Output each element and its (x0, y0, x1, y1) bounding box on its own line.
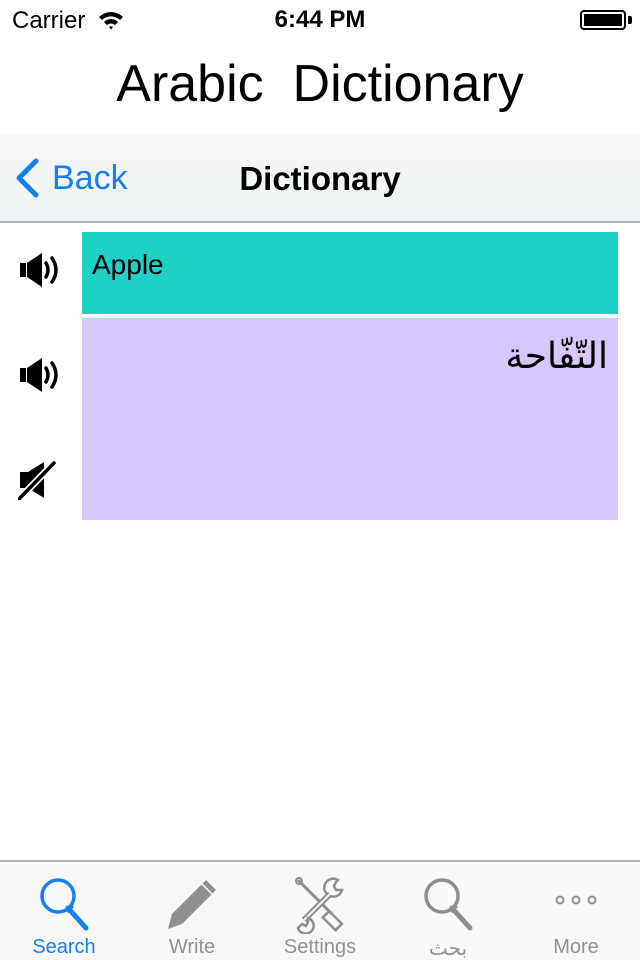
app-title: Arabic Dictionary (116, 55, 524, 113)
tab-search[interactable]: Search (0, 862, 128, 960)
status-bar: Carrier 6:44 PM (0, 0, 640, 40)
tab-label: Search (32, 936, 96, 958)
battery-full-icon (580, 10, 632, 30)
tab-bar: Search Write Settings بحث More (0, 860, 640, 960)
tab-arabic-search[interactable]: بحث (384, 862, 512, 960)
more-icon (555, 895, 597, 905)
pencil-icon (168, 880, 216, 929)
tab-label: Settings (283, 936, 357, 958)
english-word: Apple (92, 249, 164, 280)
speaker-muted-icon[interactable] (18, 460, 64, 500)
tab-more[interactable]: More (512, 862, 640, 960)
clock: 6:44 PM (274, 6, 366, 33)
tab-label: Write (168, 936, 216, 958)
tab-label: More (553, 936, 599, 958)
speaker-icon[interactable] (18, 250, 64, 290)
english-word-box: Apple (82, 232, 618, 314)
search-icon (40, 878, 89, 931)
nav-title: Dictionary (239, 160, 401, 197)
app-screen: Carrier 6:44 PM Arabic Dictionary Back D… (0, 0, 640, 960)
search-icon (424, 878, 473, 931)
tab-write[interactable]: Write (128, 862, 256, 960)
arabic-word-box: التّفّاحة (82, 318, 618, 520)
tools-icon (295, 877, 344, 934)
tab-label: بحث (428, 938, 468, 960)
speaker-icon[interactable] (18, 355, 64, 395)
tab-settings[interactable]: Settings (256, 862, 384, 960)
arabic-word: التّفّاحة (505, 336, 608, 377)
navigation-bar: Back Dictionary (0, 134, 640, 223)
